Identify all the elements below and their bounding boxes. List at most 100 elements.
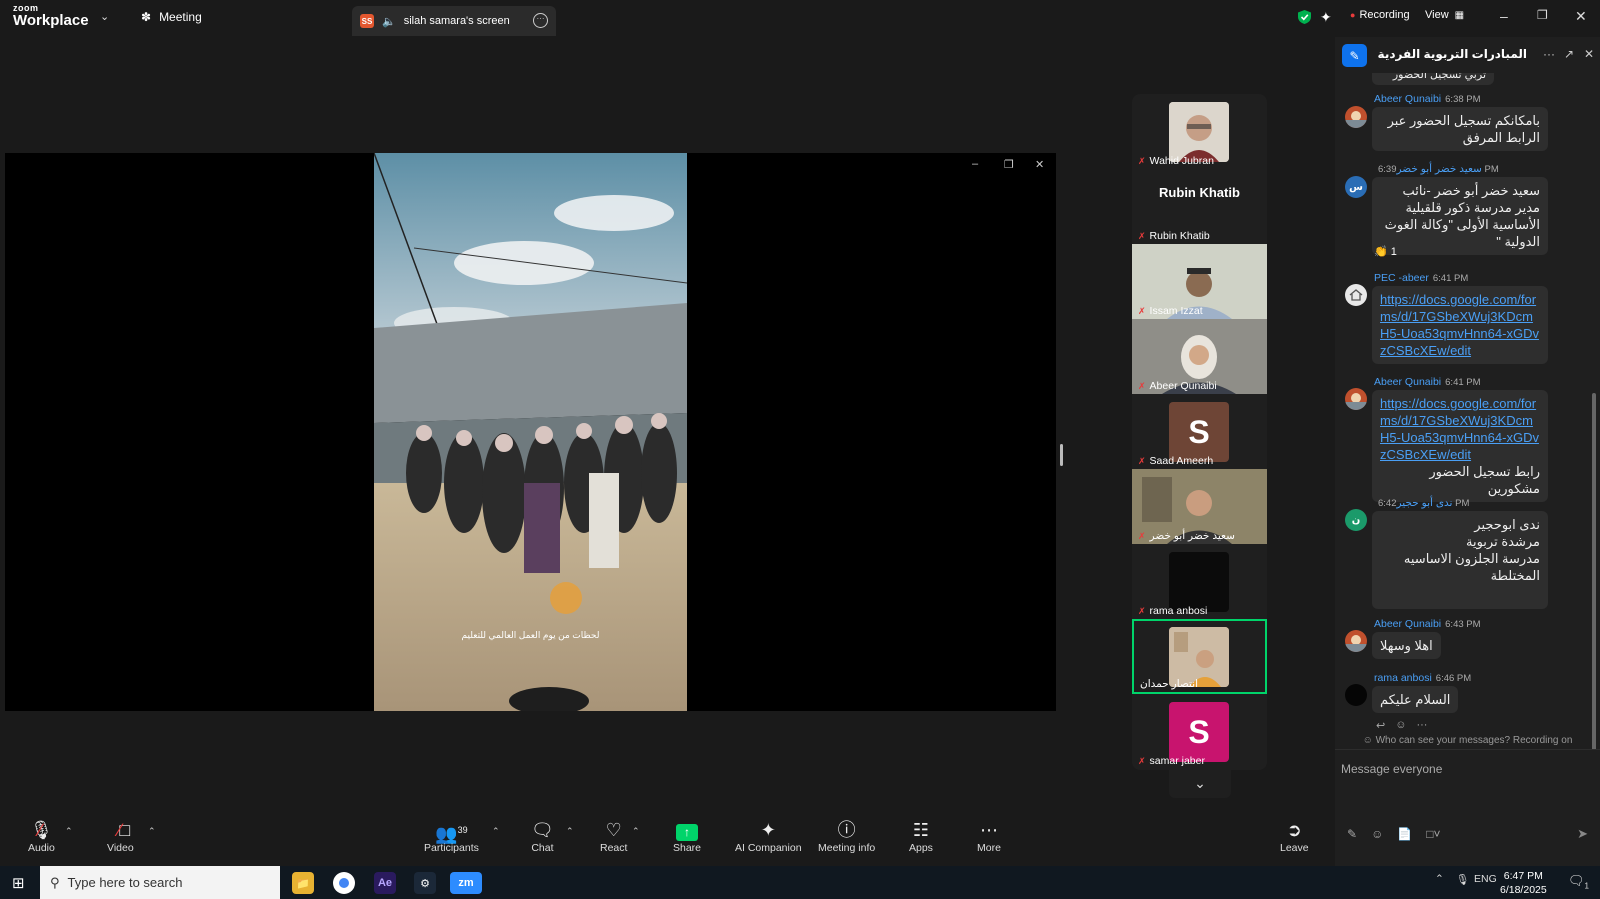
mic-muted-icon: ✗	[1138, 155, 1146, 166]
zoom-taskbar-icon[interactable]: zm	[450, 872, 482, 894]
language-indicator[interactable]: ENG	[1474, 873, 1497, 885]
participants-caret-icon[interactable]: ⌃	[492, 826, 500, 837]
more-actions-icon[interactable]: ···	[1416, 719, 1427, 732]
view-button[interactable]: View ▦	[1425, 9, 1464, 21]
add-reaction-icon[interactable]: ☺	[1395, 719, 1406, 732]
chat-icon: 🗨	[531, 820, 554, 840]
restore-icon[interactable]: ❐	[1537, 8, 1548, 22]
steam-icon[interactable]: ⚙	[414, 872, 436, 894]
chat-caret-icon[interactable]: ⌃	[566, 826, 574, 837]
active-speaker-tile[interactable]: انتصار حمدان	[1132, 619, 1267, 694]
compose-icon[interactable]: ✎	[1342, 44, 1367, 67]
participant-name: ✗ Issam Izzat	[1138, 305, 1203, 317]
screen-share-tab[interactable]: SS 🔈 silah samara's screen ···	[352, 6, 556, 36]
message-time: 6:41 PM	[1432, 273, 1469, 284]
tray-chevron-icon[interactable]: ⌃	[1435, 873, 1444, 885]
participant-tile[interactable]: ✗ Abeer Qunaibi	[1132, 319, 1267, 394]
notifications-icon[interactable]: 🗨1	[1568, 873, 1589, 891]
participants-button[interactable]: 👥39 Participants	[424, 818, 479, 854]
participant-avatar	[1169, 552, 1229, 612]
participant-name-text: Saad Ameerh	[1149, 455, 1214, 467]
more-icon[interactable]: ···	[1543, 47, 1555, 61]
file-explorer-icon[interactable]: 📁	[292, 872, 314, 894]
meeting-label: Meeting	[159, 10, 202, 24]
message-composer[interactable]: Message everyone ✎ ☺ 📄 □˅ ➤	[1335, 749, 1600, 866]
more-options-icon[interactable]: ···	[533, 13, 548, 28]
shared-video[interactable]	[374, 153, 687, 711]
recording-indicator[interactable]: ● Recording	[1350, 9, 1410, 21]
audio-options-caret-icon[interactable]: ⌃	[65, 826, 73, 837]
gallery-scroll-down-icon[interactable]: ⌄	[1169, 770, 1231, 798]
zoom-logo[interactable]: zoom Workplace	[13, 4, 89, 29]
video-options-caret-icon[interactable]: ⌃	[148, 826, 156, 837]
people-icon: ✽	[141, 10, 152, 24]
chevron-down-icon[interactable]: ⌄	[100, 10, 109, 23]
chat-button[interactable]: 🗨 Chat	[531, 818, 554, 854]
reaction-badge[interactable]: 👏 1	[1374, 245, 1397, 258]
minimize-share-icon[interactable]: –	[972, 158, 978, 170]
apps-button[interactable]: ☷ Apps	[909, 818, 933, 854]
minimize-icon[interactable]: –	[1500, 8, 1508, 24]
participant-tile[interactable]: ✗ Issam Izzat	[1132, 244, 1267, 319]
participant-tile[interactable]: S ✗ samar jaber	[1132, 694, 1267, 769]
message-bubble: سعيد خضر أبو خضر -نائب مدير مدرسة ذكور ق…	[1372, 177, 1548, 255]
send-icon[interactable]: ➤	[1577, 826, 1588, 842]
form-link[interactable]: https://docs.google.com/forms/d/17GSbeXW…	[1380, 291, 1540, 359]
participant-avatar: S	[1169, 402, 1229, 462]
chrome-icon[interactable]	[333, 872, 355, 894]
participant-tile[interactable]: ✗ rama anbosi	[1132, 544, 1267, 619]
screenshot-icon[interactable]: □˅	[1426, 827, 1440, 841]
message-list[interactable]: تربي تسجيل الحضور Abeer Qunaibi 6:38 PM ب…	[1335, 73, 1600, 773]
microphone-icon[interactable]: 🎙	[1456, 873, 1469, 886]
system-clock[interactable]: 6:47 PM 6/18/2025	[1500, 869, 1547, 897]
chat-scrollbar[interactable]	[1592, 393, 1596, 771]
participant-big-name: Rubin Khatib	[1159, 185, 1240, 200]
security-shield-icon[interactable]	[1297, 9, 1312, 25]
taskbar-search[interactable]: ⚲ Type here to search	[40, 866, 280, 899]
video-button[interactable]: □∕ Video	[107, 818, 134, 854]
maximize-share-icon[interactable]: ❐	[1004, 158, 1014, 171]
participant-name-text: samar jaber	[1149, 755, 1205, 767]
emoji-icon[interactable]: ☺	[1371, 827, 1383, 841]
file-icon[interactable]: 📄	[1397, 827, 1412, 841]
leave-button[interactable]: ➲ Leave	[1280, 818, 1309, 854]
format-icon[interactable]: ✎	[1347, 827, 1357, 841]
close-chat-icon[interactable]: ✕	[1584, 47, 1594, 61]
meeting-info-button[interactable]: ⓘ Meeting info	[818, 818, 875, 854]
more-icon: ⋯	[979, 820, 998, 840]
participant-tile[interactable]: S ✗ Saad Ameerh	[1132, 394, 1267, 469]
react-caret-icon[interactable]: ⌃	[632, 826, 640, 837]
share-button[interactable]: ↑ Share	[673, 818, 701, 854]
message-time: 6:41 PM	[1445, 377, 1481, 388]
close-icon[interactable]: ✕	[1575, 8, 1587, 25]
form-link[interactable]: https://docs.google.com/forms/d/17GSbeXW…	[1380, 395, 1540, 463]
meeting-menu-button[interactable]: ✽ Meeting	[141, 10, 202, 24]
ai-companion-button[interactable]: ✦ AI Companion	[735, 818, 802, 854]
leave-label: Leave	[1280, 842, 1309, 854]
meeting-toolbar: 🎙∕ Audio ⌃ □∕ Video ⌃ 👥39 Participants ⌃…	[0, 812, 1335, 866]
participant-tile[interactable]: ✗ سعيد خضر أبو خضر	[1132, 469, 1267, 544]
title-bar: zoom Workplace ⌄ ✽ Meeting SS 🔈 silah sa…	[0, 0, 1600, 37]
more-button[interactable]: ⋯ More	[977, 818, 1001, 854]
audio-button[interactable]: 🎙∕ Audio	[28, 818, 55, 854]
pop-out-icon[interactable]: ↗	[1564, 47, 1574, 61]
windows-start-icon[interactable]: ⊞	[12, 874, 25, 892]
mic-muted-icon: ✗	[1138, 305, 1146, 316]
ai-sparkle-icon[interactable]: ✦	[1320, 9, 1332, 26]
sender-avatar	[1345, 284, 1367, 306]
close-share-icon[interactable]: ✕	[1035, 158, 1044, 171]
video-scene	[374, 153, 687, 711]
sender-avatar	[1345, 106, 1367, 128]
recording-notice[interactable]: ☺ Who can see your messages? Recording o…	[1335, 735, 1600, 746]
sender-line: Abeer Qunaibi 6:43 PM	[1374, 618, 1481, 630]
react-button[interactable]: ♡ React	[600, 818, 627, 854]
message-input-placeholder[interactable]: Message everyone	[1341, 762, 1442, 776]
participant-tile[interactable]: Rubin Khatib ✗ Rubin Khatib	[1132, 169, 1267, 244]
speaker-icon: 🔈	[382, 15, 396, 28]
resize-handle[interactable]	[1060, 444, 1063, 466]
participant-name-text: Wahid Jubran	[1149, 155, 1214, 167]
video-off-icon: □∕	[118, 820, 131, 840]
after-effects-icon[interactable]: Ae	[374, 872, 396, 894]
participant-tile[interactable]: ✗ Wahid Jubran	[1132, 94, 1267, 169]
reply-icon[interactable]: ↩	[1376, 719, 1385, 732]
